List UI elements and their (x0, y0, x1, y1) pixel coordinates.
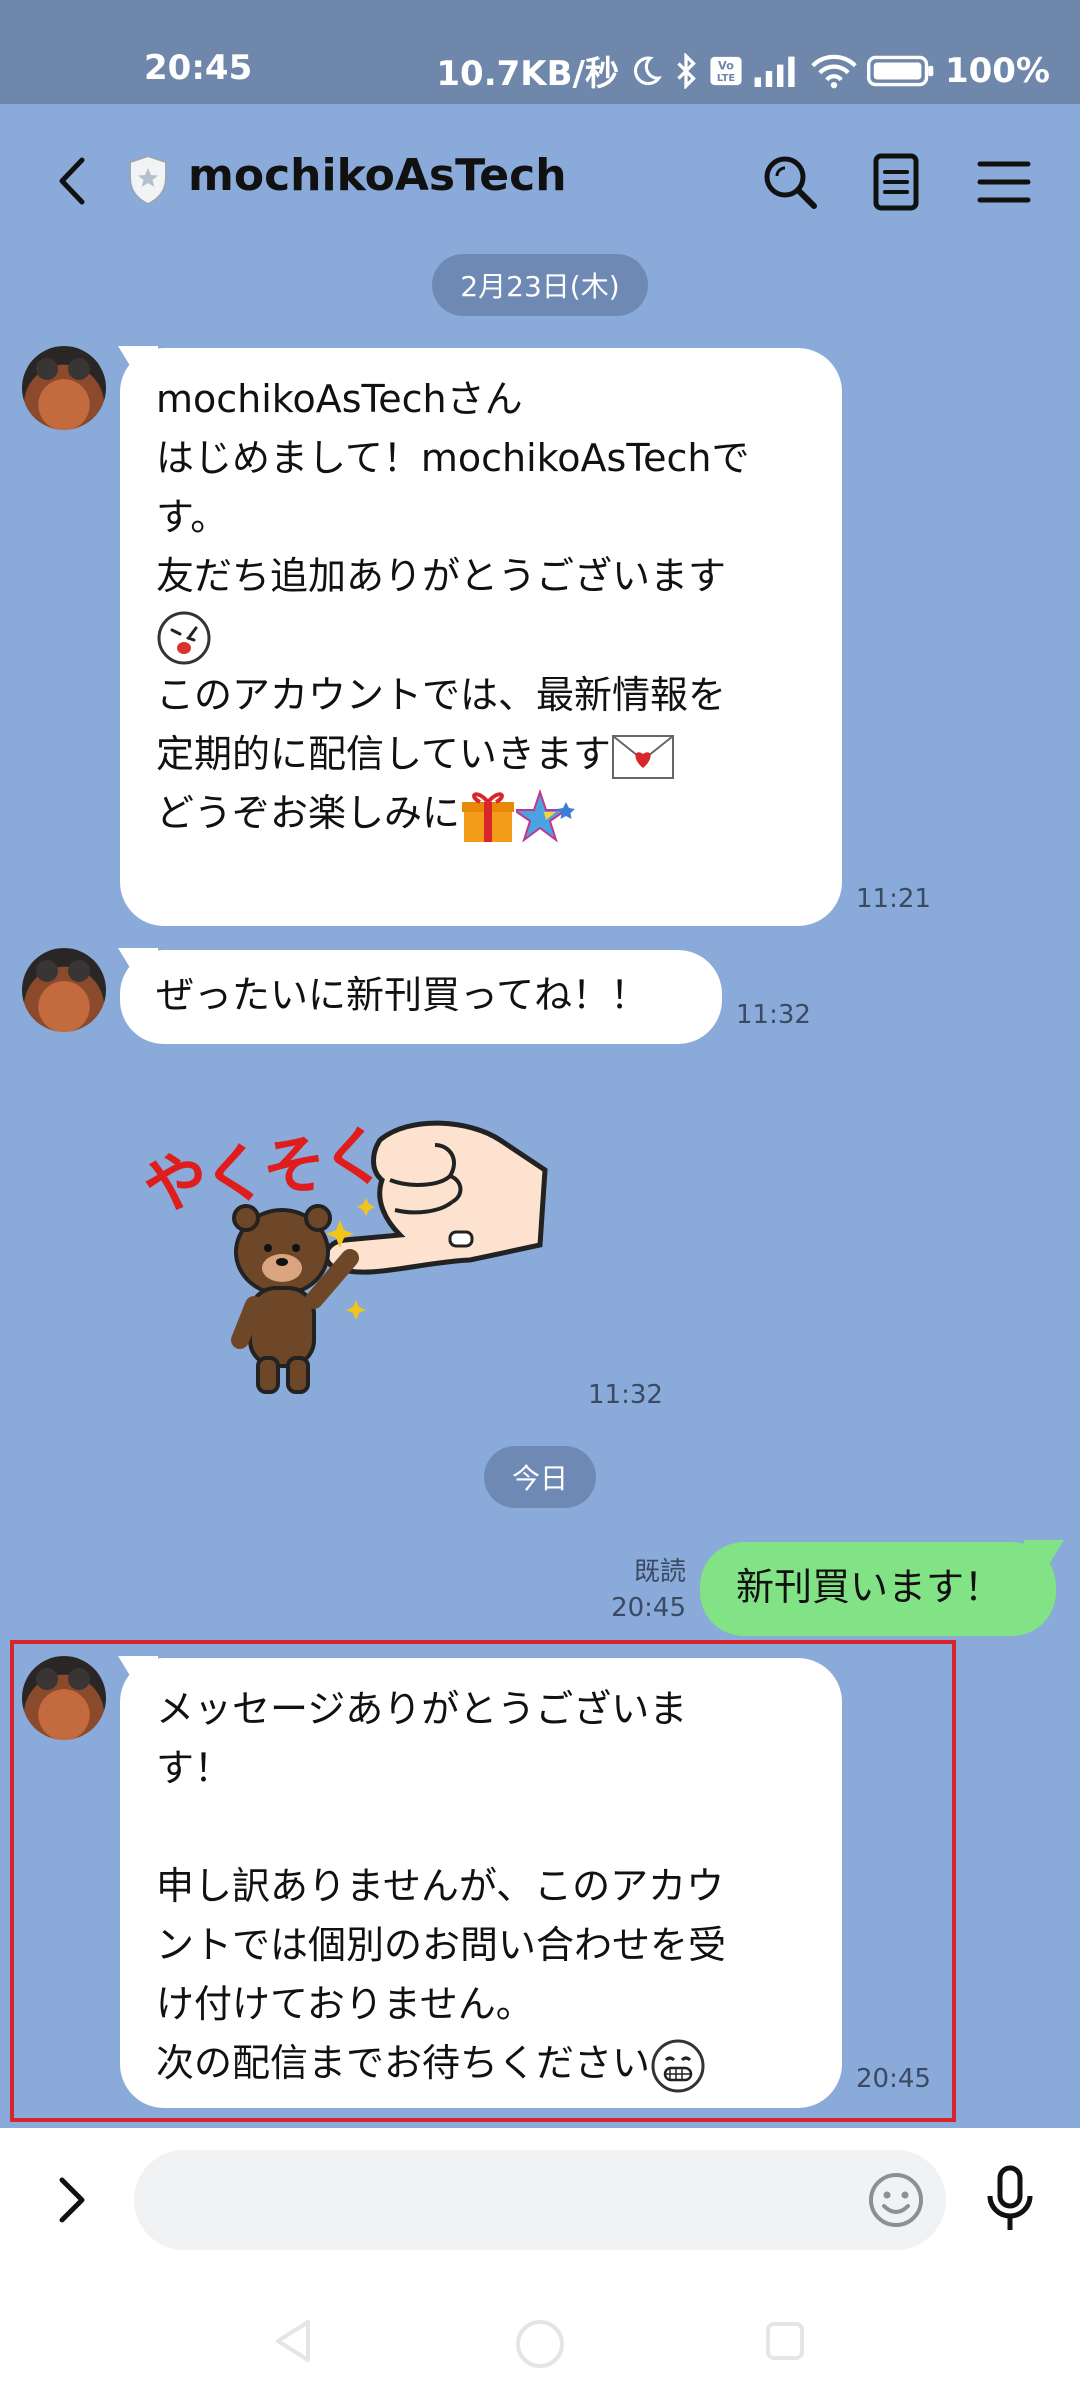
message-text: ぜったいに新刊買ってね！！ (156, 973, 649, 1017)
nav-home-icon[interactable] (512, 2316, 564, 2368)
svg-text:LTE: LTE (717, 72, 735, 83)
signal-icon (753, 55, 801, 87)
network-speed: 10.7KB/秒 (436, 54, 619, 94)
message-text: mochikoAsTechさん はじめまして！mochikoAsTechで す。… (156, 377, 750, 598)
microphone-icon[interactable] (980, 2164, 1040, 2236)
read-receipt: 既読 20:45 (596, 1554, 686, 1626)
status-time: 20:45 (144, 48, 253, 88)
avatar[interactable] (22, 948, 106, 1032)
back-arrow-icon[interactable] (44, 146, 104, 216)
message-text: メッセージありがとうございま す！ 申し訳ありませんが、このアカウ ントでは個別… (156, 1687, 727, 2085)
system-nav-bar (0, 2268, 1080, 2400)
sticker[interactable]: やくそく (139, 1100, 550, 1400)
expand-chevron-icon[interactable] (52, 2170, 92, 2230)
message-time: 20:45 (856, 2064, 931, 2094)
input-bar (0, 2128, 1080, 2268)
message-text: 新刊買います！ (736, 1565, 1003, 1609)
chat-header: mochikoAsTech (0, 104, 1080, 254)
date-separator: 2月23日(木) (432, 254, 648, 316)
message-input[interactable] (134, 2150, 946, 2250)
message-bubble[interactable]: 新刊買います！ (700, 1542, 1056, 1636)
message-text: どうぞお楽しみに (156, 791, 461, 835)
avatar[interactable] (22, 1656, 106, 1740)
official-shield-icon (126, 154, 170, 206)
search-icon[interactable] (758, 150, 822, 214)
battery-icon (866, 54, 935, 88)
wink-emoji-icon (156, 610, 212, 666)
gift-emoji-icon (460, 788, 516, 844)
avatar[interactable] (22, 346, 106, 430)
moon-icon (629, 54, 663, 88)
status-bar: 20:45 10.7KB/秒 Vo LTE 100% (0, 0, 1080, 104)
message-time: 20:45 (611, 1593, 686, 1623)
bluetooth-icon (673, 52, 699, 89)
wifi-icon (811, 53, 857, 89)
chat-title: mochikoAsTech (188, 150, 567, 201)
volte-icon: Vo LTE (709, 54, 743, 88)
nav-back-icon[interactable] (268, 2316, 318, 2366)
love-letter-emoji-icon (611, 728, 674, 784)
date-separator: 今日 (484, 1446, 596, 1508)
read-label: 既読 (633, 1557, 686, 1587)
message-bubble[interactable]: メッセージありがとうございま す！ 申し訳ありませんが、このアカウ ントでは個別… (120, 1658, 842, 2108)
svg-text:Vo: Vo (718, 58, 734, 72)
message-time: 11:21 (856, 884, 931, 914)
message-time: 11:32 (588, 1380, 663, 1410)
message-bubble[interactable]: mochikoAsTechさん はじめまして！mochikoAsTechで す。… (120, 348, 842, 926)
note-icon[interactable] (864, 150, 928, 214)
message-time: 11:32 (736, 1000, 811, 1030)
stars-emoji-icon (510, 788, 576, 844)
grin-emoji-icon (650, 2038, 706, 2094)
status-icons: 10.7KB/秒 Vo LTE 100% (436, 46, 1050, 95)
battery-level: 100% (944, 50, 1050, 91)
emoji-icon[interactable] (866, 2170, 926, 2230)
menu-icon[interactable] (972, 150, 1036, 214)
message-bubble[interactable]: ぜったいに新刊買ってね！！ (120, 950, 722, 1044)
nav-recents-icon[interactable] (760, 2316, 810, 2366)
